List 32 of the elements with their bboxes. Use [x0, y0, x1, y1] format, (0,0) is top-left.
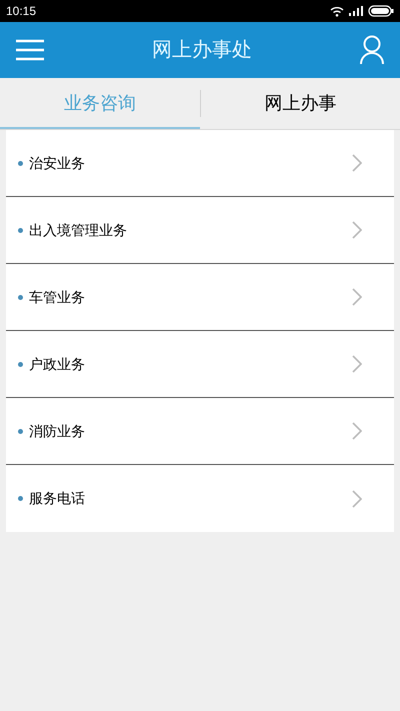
status-time: 10:15: [6, 3, 36, 20]
list-row[interactable]: 服务电话: [6, 465, 394, 532]
bullet-icon: [18, 160, 23, 166]
list-row[interactable]: 户政业务: [6, 331, 394, 398]
row-label: 消防业务: [29, 422, 86, 440]
list-row[interactable]: 出入境管理业务: [6, 197, 394, 264]
bullet-icon: [18, 496, 23, 501]
menu-icon[interactable]: [15, 39, 45, 61]
list-row[interactable]: 车管业务: [6, 264, 394, 331]
row-label: 服务电话: [29, 489, 86, 508]
chevron-right-icon: [352, 154, 362, 172]
bullet-icon: [18, 294, 23, 300]
chevron-right-icon: [352, 490, 362, 508]
wifi-icon: [330, 6, 344, 16]
row-label: 车管业务: [29, 288, 86, 306]
list-row[interactable]: 消防业务: [6, 398, 394, 465]
battery-icon: [368, 5, 394, 17]
chevron-right-icon: [352, 422, 362, 440]
bullet-icon: [18, 362, 23, 366]
chevron-right-icon: [352, 221, 362, 239]
user-icon[interactable]: [359, 35, 385, 65]
row-label: 出入境管理业务: [29, 220, 128, 240]
list-row[interactable]: 治安业务: [6, 130, 394, 197]
bullet-icon: [18, 428, 23, 434]
row-label: 户政业务: [29, 354, 86, 374]
bullet-icon: [18, 228, 23, 232]
chevron-right-icon: [352, 288, 362, 306]
chevron-right-icon: [352, 355, 362, 373]
header-title: 网上办事处: [152, 38, 252, 63]
tab[interactable]: 网上办事: [200, 78, 400, 129]
signal-icon: [349, 6, 363, 16]
row-label: 治安业务: [29, 154, 86, 172]
